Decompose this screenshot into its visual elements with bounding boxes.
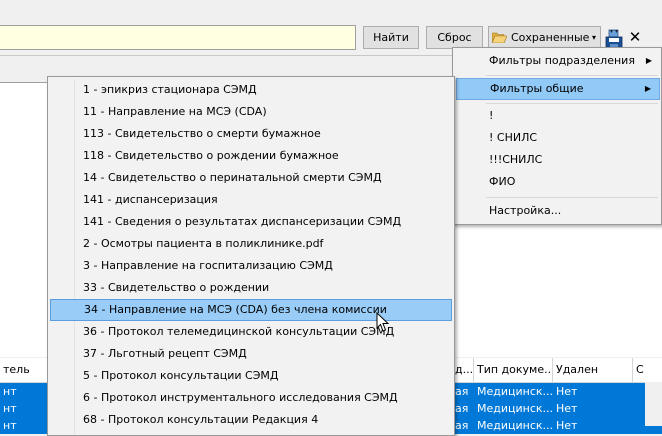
- grid-header-cell[interactable]: Тип докуме...: [474, 358, 553, 382]
- submenu-arrow-icon: ▶: [645, 56, 652, 65]
- search-input[interactable]: [0, 25, 356, 50]
- grid-cell: Нет: [556, 402, 578, 415]
- menu-separator: [486, 103, 658, 104]
- submenu-arrow-icon: ▶: [644, 84, 651, 93]
- menu-item-common-filters[interactable]: Фильтры общие ▶: [456, 78, 660, 100]
- menu-item-document-type[interactable]: 141 - Сведения о результатах диспансериз…: [50, 211, 452, 233]
- menu-item-document-type[interactable]: 33 - Свидетельство о рождении: [50, 277, 452, 299]
- grid-scrollbar[interactable]: [645, 382, 662, 426]
- menu-item-document-type[interactable]: 113 - Свидетельство о смерти бумажное: [50, 123, 452, 145]
- close-icon[interactable]: ✕: [628, 27, 642, 47]
- menu-item-document-type[interactable]: 141 - диспансеризация: [50, 189, 452, 211]
- menu-item-document-type[interactable]: 11 - Направление на МСЭ (CDA): [50, 101, 452, 123]
- menu-item-document-type[interactable]: 118 - Свидетельство о рождении бумажное: [50, 145, 452, 167]
- folder-open-icon: [492, 32, 507, 43]
- grid-header-cell[interactable]: Удален: [553, 358, 633, 382]
- menu-item-document-type[interactable]: 5 - Протокол консультации СЭМД: [50, 365, 452, 387]
- grid-cell: нт: [3, 402, 17, 415]
- menu-item-label: Фильтры подразделения: [489, 54, 635, 67]
- save-icon[interactable]: [604, 29, 624, 49]
- grid-header-cell[interactable]: д...: [452, 358, 474, 382]
- menu-item-document-type[interactable]: 14 - Свидетельство о перинатальной смерт…: [50, 167, 452, 189]
- menu-item-department-filters[interactable]: Фильтры подразделения ▶: [456, 50, 660, 72]
- document-types-menu: 1 - эпикриз стационара СЭМД 11 - Направл…: [47, 76, 455, 436]
- reset-button[interactable]: Сброс: [426, 26, 483, 49]
- menu-item-document-type[interactable]: 68 - Протокол консультации Редакция 4: [50, 409, 452, 431]
- grid-cell: нт: [3, 385, 17, 398]
- grid-header-cell[interactable]: тель: [0, 358, 48, 382]
- menu-item-label: Фильтры общие: [490, 82, 584, 95]
- saved-filters-menu: Фильтры подразделения ▶ Фильтры общие ▶ …: [452, 47, 662, 225]
- grid-cell: Нет: [556, 385, 578, 398]
- saved-filters-button[interactable]: Сохраненные ▾: [488, 26, 601, 49]
- menu-item-document-type[interactable]: 1 - эпикриз стационара СЭМД: [50, 79, 452, 101]
- mouse-cursor-icon: [376, 312, 390, 332]
- chevron-down-icon: ▾: [591, 33, 596, 42]
- find-button[interactable]: Найти: [363, 26, 419, 49]
- menu-item-document-type[interactable]: 6 - Протокол инструментального исследова…: [50, 387, 452, 409]
- menu-item-document-type-highlighted[interactable]: 34 - Направление на МСЭ (CDA) без члена …: [50, 299, 452, 321]
- menu-separator: [486, 197, 658, 198]
- menu-item-filter[interactable]: !!!СНИЛС: [456, 149, 660, 171]
- grid-cell: Медицинск...: [477, 385, 553, 398]
- menu-item-filter[interactable]: ! СНИЛС: [456, 127, 660, 149]
- menu-item-filter[interactable]: ФИО: [456, 171, 660, 193]
- menu-item-settings[interactable]: Настройка...: [456, 200, 660, 222]
- menu-item-document-type[interactable]: 2 - Осмотры пациента в поликлинике.pdf: [50, 233, 452, 255]
- menu-item-filter[interactable]: !: [456, 105, 660, 127]
- grid-cell: Медицинск...: [477, 402, 553, 415]
- grid-cell: ая: [455, 385, 469, 398]
- saved-filters-label: Сохраненные: [511, 31, 590, 44]
- menu-item-document-type[interactable]: 3 - Направление на госпитализацию СЭМД: [50, 255, 452, 277]
- grid-cell: ая: [455, 402, 469, 415]
- menu-item-document-type[interactable]: 37 - Льготный рецепт СЭМД: [50, 343, 452, 365]
- menu-item-document-type[interactable]: 36 - Протокол телемедицинской консультац…: [50, 321, 452, 343]
- menu-separator: [486, 75, 658, 76]
- grid-header-cell[interactable]: С: [633, 358, 662, 382]
